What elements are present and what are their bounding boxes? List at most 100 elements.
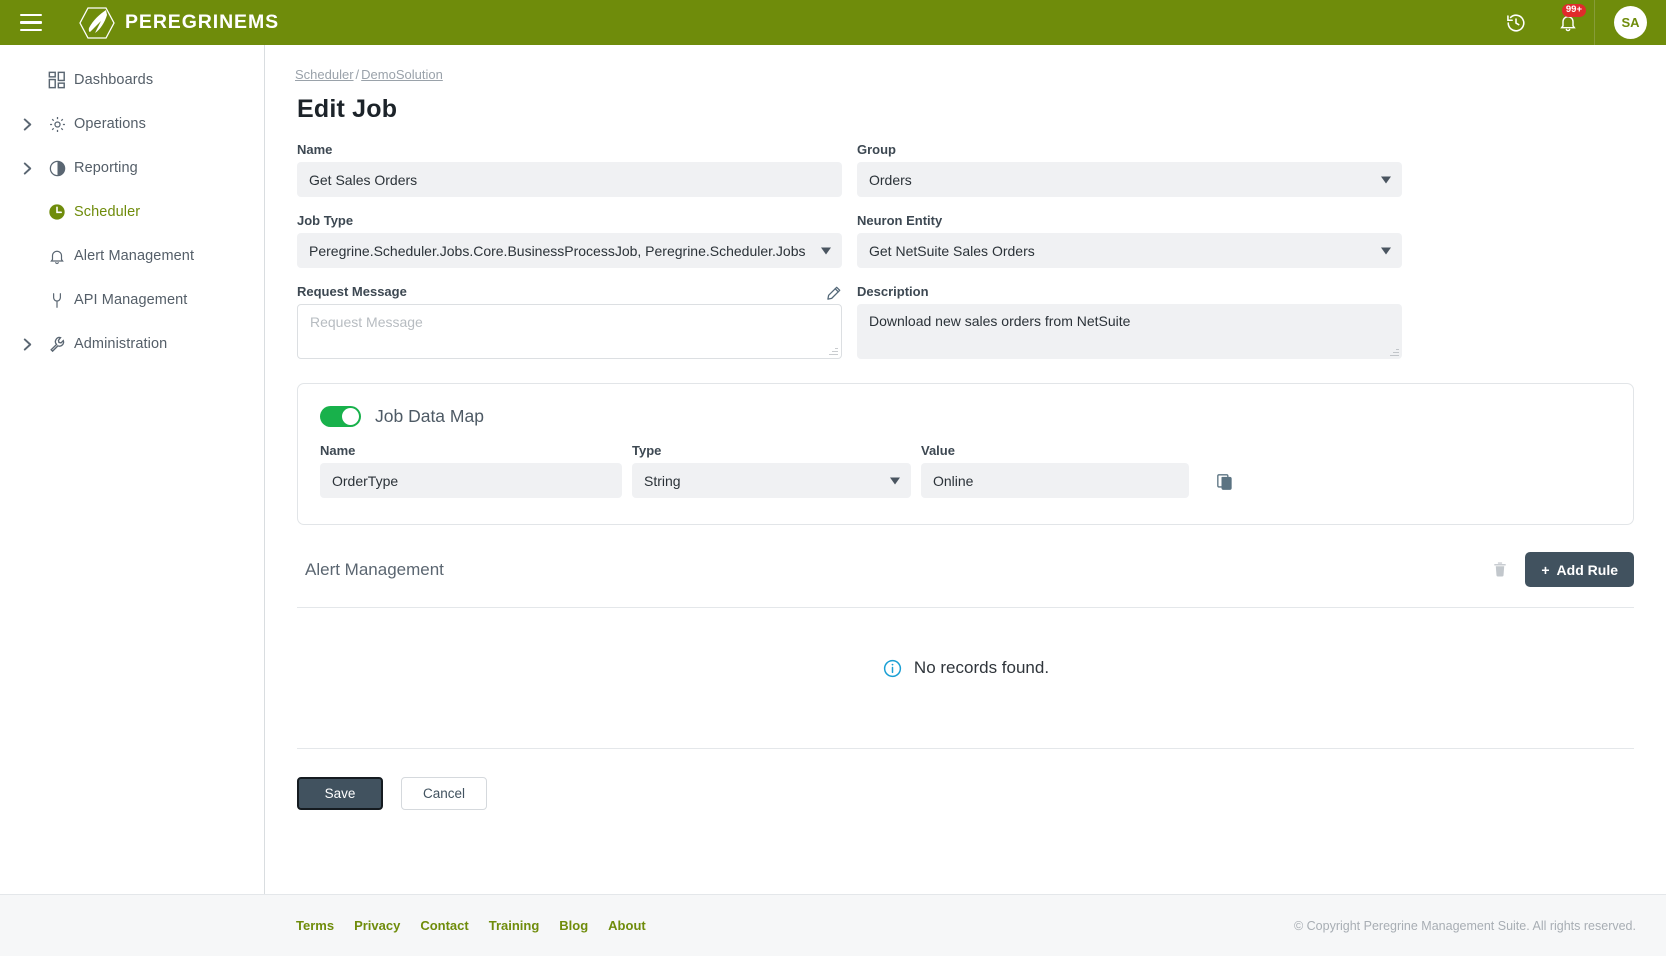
bell-icon bbox=[40, 247, 74, 266]
field-request-message: Request Message Request Message bbox=[297, 284, 842, 359]
pencil-icon[interactable] bbox=[825, 285, 842, 304]
footer-link-about[interactable]: About bbox=[608, 918, 646, 933]
sidebar-item-dashboards[interactable]: Dashboards bbox=[0, 58, 264, 102]
resize-handle[interactable] bbox=[828, 346, 838, 356]
breadcrumb-item-demosolution[interactable]: DemoSolution bbox=[361, 67, 443, 82]
sidebar-item-label: Operations bbox=[74, 116, 146, 132]
group-select[interactable]: Orders bbox=[857, 162, 1402, 197]
toggle-knob bbox=[342, 408, 359, 425]
request-message-label: Request Message bbox=[297, 284, 407, 299]
sidebar-item-scheduler[interactable]: Scheduler bbox=[0, 190, 264, 234]
history-clock-icon[interactable] bbox=[1490, 0, 1542, 45]
add-rule-plus-icon: + bbox=[1541, 561, 1550, 578]
group-selected-value: Orders bbox=[869, 171, 912, 188]
jdm-name-input[interactable]: OrderType bbox=[320, 463, 622, 498]
name-input[interactable]: Get Sales Orders bbox=[297, 162, 842, 197]
request-message-label-row: Request Message bbox=[297, 284, 842, 304]
job-type-select[interactable]: Peregrine.Scheduler.Jobs.Core.BusinessPr… bbox=[297, 233, 842, 268]
peregrine-feather-logo-icon bbox=[76, 6, 116, 40]
chevron-down-icon bbox=[1381, 247, 1391, 254]
jdm-type-select[interactable]: String bbox=[632, 463, 911, 498]
field-description: Description Download new sales orders fr… bbox=[857, 284, 1402, 359]
request-message-textarea[interactable]: Request Message bbox=[297, 304, 842, 359]
sidebar-item-reporting[interactable]: Reporting bbox=[0, 146, 264, 190]
application-root: PEREGRINEMS 99+ SA Dashboards Operations… bbox=[0, 0, 1666, 956]
top-header-bar: PEREGRINEMS 99+ SA bbox=[0, 0, 1666, 45]
job-data-map-header: Job Data Map bbox=[320, 406, 1611, 427]
sidebar-item-administration[interactable]: Administration bbox=[0, 322, 264, 366]
footer-link-blog[interactable]: Blog bbox=[559, 918, 588, 933]
jdm-value-cell: Value Online bbox=[921, 443, 1189, 498]
job-data-map-card: Job Data Map Name OrderType Type String bbox=[297, 383, 1634, 525]
dashboard-grid-icon bbox=[40, 71, 74, 89]
breadcrumb-separator: / bbox=[355, 67, 360, 82]
chevron-down-icon bbox=[1381, 176, 1391, 183]
jdm-type-selected-value: String bbox=[644, 472, 681, 489]
job-data-map-title: Job Data Map bbox=[375, 406, 484, 426]
form-actions: Save Cancel bbox=[297, 777, 1634, 810]
pie-chart-icon bbox=[40, 159, 74, 178]
neuron-entity-select[interactable]: Get NetSuite Sales Orders bbox=[857, 233, 1402, 268]
trash-icon[interactable] bbox=[1491, 560, 1509, 579]
chevron-right-icon[interactable] bbox=[14, 337, 40, 352]
chevron-down-icon bbox=[890, 477, 900, 484]
breadcrumb-item-scheduler[interactable]: Scheduler bbox=[295, 67, 354, 82]
notification-count-badge: 99+ bbox=[1561, 4, 1586, 17]
user-avatar-button[interactable]: SA bbox=[1594, 0, 1666, 45]
notification-bell-icon[interactable]: 99+ bbox=[1542, 0, 1594, 45]
chevron-down-icon bbox=[821, 247, 831, 254]
field-group: Group Orders bbox=[857, 142, 1402, 197]
breadcrumb: Scheduler / DemoSolution bbox=[295, 67, 1636, 82]
group-label: Group bbox=[857, 142, 896, 157]
jdm-value-input[interactable]: Online bbox=[921, 463, 1189, 498]
gear-icon bbox=[40, 115, 74, 134]
alert-management-header: Alert Management + Add Rule bbox=[305, 552, 1634, 587]
jdm-type-cell: Type String bbox=[632, 443, 911, 498]
copyright-text: © Copyright Peregrine Management Suite. … bbox=[1293, 918, 1636, 933]
wrench-icon bbox=[40, 335, 74, 354]
chevron-right-icon[interactable] bbox=[14, 117, 40, 132]
save-button[interactable]: Save bbox=[297, 777, 383, 810]
copy-icon[interactable] bbox=[1215, 472, 1611, 498]
sidebar-item-label: Reporting bbox=[74, 160, 138, 176]
description-textarea[interactable]: Download new sales orders from NetSuite bbox=[857, 304, 1402, 359]
sidebar-item-operations[interactable]: Operations bbox=[0, 102, 264, 146]
page-footer: Terms Privacy Contact Training Blog Abou… bbox=[0, 894, 1666, 956]
sidebar-item-label: Dashboards bbox=[74, 72, 154, 88]
empty-state-message: No records found. bbox=[913, 658, 1050, 677]
jdm-name-label: Name bbox=[320, 443, 356, 458]
sidebar-item-alert-management[interactable]: Alert Management bbox=[0, 234, 264, 278]
brand-logo-area[interactable]: PEREGRINEMS bbox=[76, 6, 279, 40]
sidebar-item-api-management[interactable]: API Management bbox=[0, 278, 264, 322]
plug-icon bbox=[40, 291, 74, 310]
alert-management-actions: + Add Rule bbox=[1491, 552, 1634, 587]
header-actions: 99+ SA bbox=[1490, 0, 1666, 45]
footer-link-privacy[interactable]: Privacy bbox=[354, 918, 400, 933]
section-divider-bottom bbox=[297, 748, 1634, 749]
alert-rules-empty-state: No records found. bbox=[295, 608, 1636, 728]
resize-handle[interactable] bbox=[1389, 347, 1399, 357]
description-label: Description bbox=[857, 284, 929, 299]
footer-link-training[interactable]: Training bbox=[489, 918, 540, 933]
neuron-entity-label: Neuron Entity bbox=[857, 213, 943, 228]
alert-management-title: Alert Management bbox=[305, 559, 444, 579]
add-rule-button[interactable]: + Add Rule bbox=[1525, 552, 1634, 587]
field-name: Name Get Sales Orders bbox=[297, 142, 842, 197]
main-content: Scheduler / DemoSolution Edit Job Name Get… bbox=[265, 45, 1666, 894]
page-title: Edit Job bbox=[297, 95, 398, 123]
avatar-initials: SA bbox=[1614, 6, 1647, 39]
job-data-map-toggle[interactable] bbox=[320, 406, 361, 427]
cancel-button[interactable]: Cancel bbox=[401, 777, 487, 810]
sidebar-item-label: Scheduler bbox=[74, 204, 141, 220]
jdm-type-label: Type bbox=[632, 443, 662, 458]
chevron-right-icon[interactable] bbox=[14, 161, 40, 176]
body-container: Dashboards Operations Reporting Schedule… bbox=[0, 45, 1666, 894]
sidebar-item-label: Alert Management bbox=[74, 248, 195, 264]
footer-link-terms[interactable]: Terms bbox=[296, 918, 334, 933]
info-circle-icon bbox=[882, 658, 903, 679]
job-form: Name Get Sales Orders Group Orders Job T… bbox=[295, 142, 1636, 375]
hamburger-menu-icon[interactable] bbox=[14, 6, 48, 40]
clock-icon bbox=[40, 202, 74, 222]
footer-link-contact[interactable]: Contact bbox=[420, 918, 468, 933]
job-data-map-row: Name OrderType Type String Value Online bbox=[320, 443, 1611, 498]
